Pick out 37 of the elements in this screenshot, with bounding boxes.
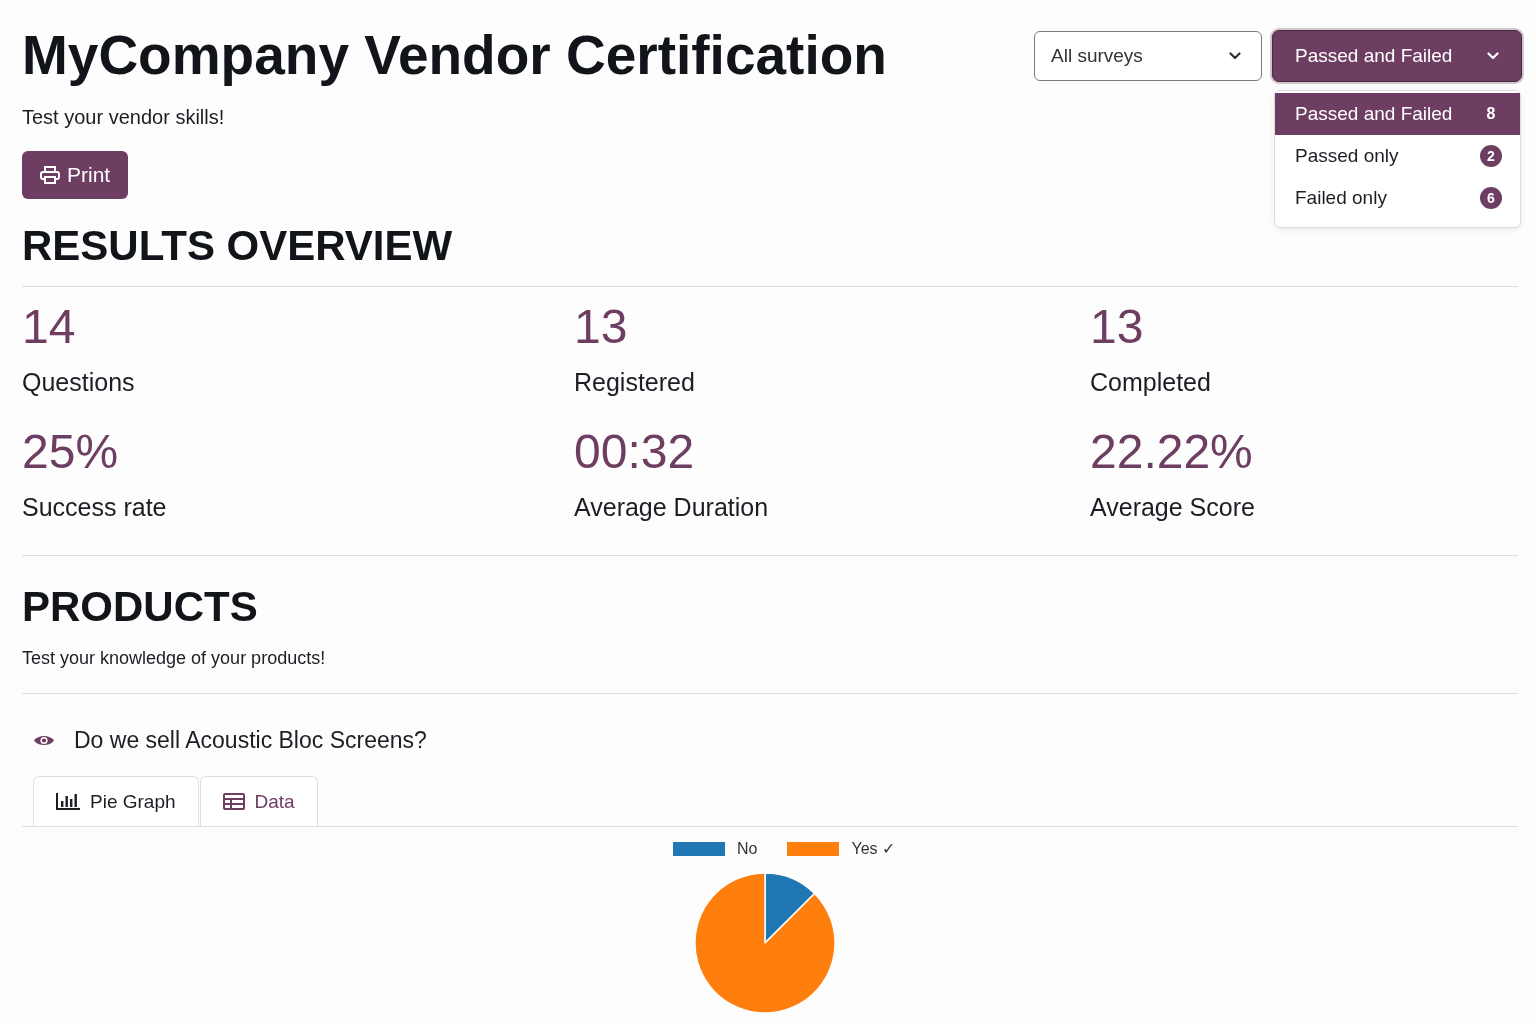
- section-heading: PRODUCTS: [22, 582, 259, 633]
- eye-icon: [33, 733, 55, 747]
- stat-value: 00:32: [574, 424, 696, 481]
- count-badge: 2: [1480, 145, 1502, 167]
- stat-label: Average Score: [1090, 492, 1256, 523]
- view-tab[interactable]: Pie Graph: [33, 776, 199, 827]
- section-description: Test your knowledge of your products!: [22, 647, 327, 670]
- printer-icon: [40, 166, 60, 185]
- count-badge: 6: [1480, 187, 1502, 209]
- question-text: Do we sell Acoustic Bloc Screens?: [74, 726, 427, 755]
- legend-label: Yes ✓: [851, 840, 895, 859]
- chevron-down-icon: [1487, 52, 1499, 60]
- stat-value: 13: [1090, 299, 1145, 356]
- dropdown-option[interactable]: Passed only 2: [1275, 135, 1520, 177]
- result-filter-dropdown[interactable]: Passed and Failed: [1272, 30, 1522, 82]
- chevron-down-icon: [1229, 52, 1241, 60]
- option-count: 8: [1485, 105, 1497, 123]
- stat-label: Registered: [574, 367, 696, 398]
- page-title: MyCompany Vendor Certification: [22, 24, 887, 88]
- survey-filter-dropdown[interactable]: All surveys: [1034, 31, 1262, 81]
- dropdown-option[interactable]: Failed only 6: [1275, 177, 1520, 219]
- stat-value: 25%: [22, 424, 120, 481]
- print-button[interactable]: Print: [22, 151, 129, 200]
- stat-label: Success rate: [22, 492, 168, 523]
- stat-value: 13: [574, 299, 629, 356]
- stat-value: 14: [22, 299, 77, 356]
- legend-label: No: [737, 840, 758, 859]
- stat-label: Questions: [22, 367, 136, 398]
- view-tab[interactable]: Data: [199, 776, 318, 827]
- stat-label: Average Duration: [574, 492, 770, 523]
- bar-chart-icon: [56, 793, 80, 811]
- page-subtitle: Test your vendor skills!: [22, 105, 225, 130]
- stat-label: Completed: [1090, 367, 1212, 398]
- dropdown-option[interactable]: Passed and Failed 8: [1275, 93, 1520, 135]
- table-icon: [222, 793, 245, 811]
- section-heading: RESULTS OVERVIEW: [22, 221, 454, 272]
- stat-value: 22.22%: [1090, 424, 1254, 481]
